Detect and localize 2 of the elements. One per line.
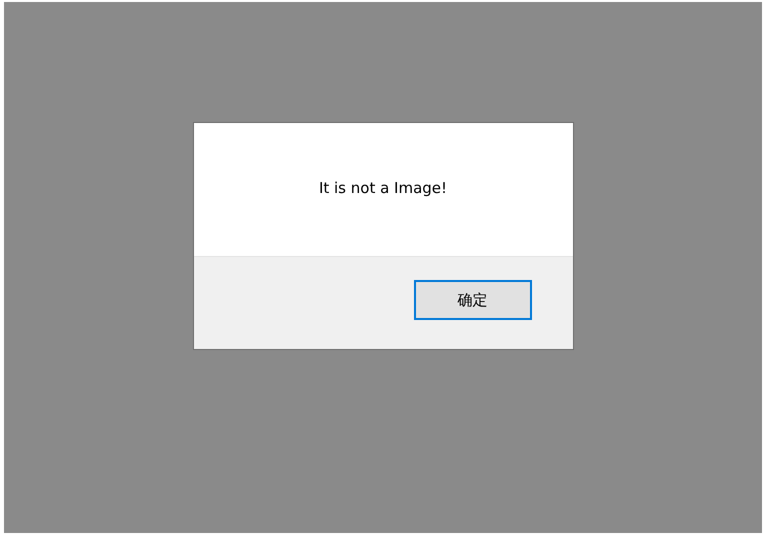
dialog-message: It is not a Image! <box>318 179 448 199</box>
ok-button[interactable]: 确定 <box>414 280 532 320</box>
